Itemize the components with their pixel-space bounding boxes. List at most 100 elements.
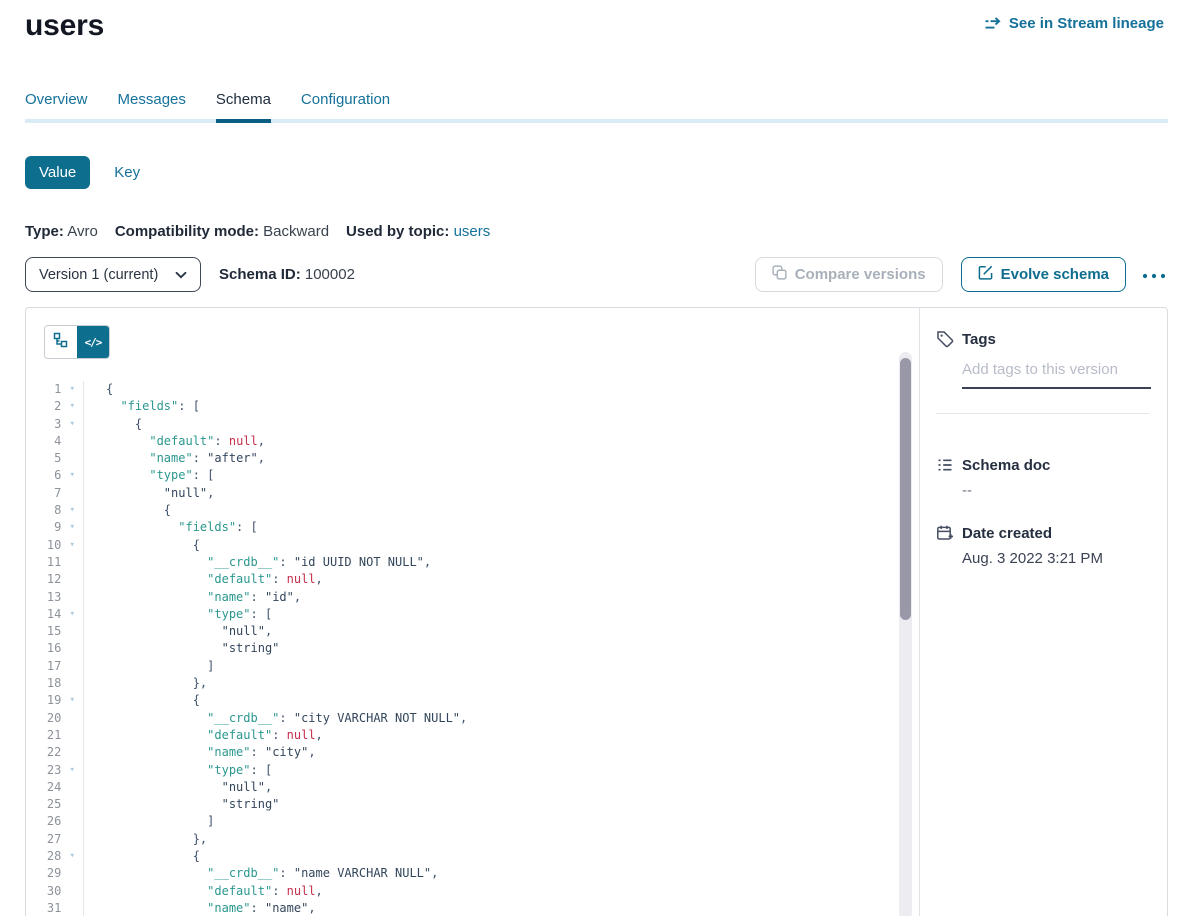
code-line: 25 "string" — [26, 796, 919, 813]
code-text: "type": [ — [84, 467, 214, 484]
compare-versions-icon — [772, 265, 787, 284]
sidebar-divider — [936, 413, 1149, 414]
line-number: 20 — [26, 710, 61, 727]
line-number: 13 — [26, 589, 61, 606]
fold-toggle-icon[interactable] — [61, 537, 83, 554]
editor-scrollbar-thumb[interactable] — [900, 358, 911, 620]
code-line: 27 }, — [26, 831, 919, 848]
compare-versions-label: Compare versions — [795, 266, 926, 283]
version-select[interactable]: Version 1 (current) — [25, 257, 201, 292]
code-line: 2 "fields": [ — [26, 398, 919, 415]
line-number: 8 — [26, 502, 61, 519]
schema-code-pane: </> 1{2 "fields": [3 {4 "default": null,… — [26, 308, 919, 916]
tree-view-icon — [53, 332, 69, 353]
fold-toggle-icon[interactable] — [61, 606, 83, 623]
fold-spacer — [61, 744, 83, 761]
line-number: 5 — [26, 450, 61, 467]
fold-toggle-icon[interactable] — [61, 762, 83, 779]
fold-spacer — [61, 865, 83, 882]
fold-spacer — [61, 779, 83, 796]
fold-toggle-icon[interactable] — [61, 398, 83, 415]
schema-controls-row: Version 1 (current) Schema ID: 100002 Co… — [25, 257, 1168, 292]
fold-spacer — [61, 554, 83, 571]
ellipsis-icon — [1142, 267, 1166, 282]
more-options-button[interactable] — [1140, 263, 1168, 286]
code-text: { — [84, 848, 200, 865]
line-number: 17 — [26, 658, 61, 675]
tags-title: Tags — [962, 331, 996, 348]
stream-lineage-link[interactable]: See in Stream lineage — [985, 15, 1164, 32]
code-text: { — [84, 692, 200, 709]
line-number: 6 — [26, 467, 61, 484]
fold-toggle-icon[interactable] — [61, 467, 83, 484]
fold-toggle-icon[interactable] — [61, 502, 83, 519]
line-number: 3 — [26, 416, 61, 433]
fold-spacer — [61, 485, 83, 502]
key-toggle-button[interactable]: Key — [114, 164, 140, 181]
value-key-toggle: Value Key — [25, 156, 1189, 189]
code-line: 19 { — [26, 692, 919, 709]
compare-versions-button[interactable]: Compare versions — [755, 257, 943, 292]
code-line: 15 "null", — [26, 623, 919, 640]
code-text: { — [84, 416, 142, 433]
line-number: 19 — [26, 692, 61, 709]
line-number: 4 — [26, 433, 61, 450]
fold-toggle-icon[interactable] — [61, 381, 83, 398]
code-text: }, — [84, 675, 207, 692]
tags-input[interactable] — [962, 361, 1151, 389]
tab-schema[interactable]: Schema — [216, 90, 271, 119]
value-toggle-button[interactable]: Value — [25, 156, 90, 189]
code-text: "default": null, — [84, 727, 323, 744]
code-text: "name": "id", — [84, 589, 301, 606]
code-line: 26 ] — [26, 813, 919, 830]
line-number: 25 — [26, 796, 61, 813]
line-number: 21 — [26, 727, 61, 744]
code-line: 23 "type": [ — [26, 762, 919, 779]
fold-spacer — [61, 589, 83, 606]
code-line: 12 "default": null, — [26, 571, 919, 588]
compatibility-mode: Compatibility mode: Backward — [115, 223, 329, 240]
line-number: 22 — [26, 744, 61, 761]
line-number: 12 — [26, 571, 61, 588]
used-by-topic: Used by topic: users — [346, 223, 490, 240]
code-line: 29 "__crdb__": "name VARCHAR NULL", — [26, 865, 919, 882]
code-text: "__crdb__": "name VARCHAR NULL", — [84, 865, 438, 882]
evolve-schema-button[interactable]: Evolve schema — [961, 257, 1126, 292]
fold-spacer — [61, 623, 83, 640]
stream-lineage-icon — [985, 17, 1002, 31]
schema-id-value: 100002 — [305, 266, 355, 283]
fold-toggle-icon[interactable] — [61, 416, 83, 433]
tab-messages[interactable]: Messages — [118, 90, 186, 119]
code-text: ] — [84, 658, 214, 675]
code-line: 18 }, — [26, 675, 919, 692]
code-text: "default": null, — [84, 433, 265, 450]
editor-scrollbar — [899, 352, 912, 916]
schema-panel: </> 1{2 "fields": [3 {4 "default": null,… — [25, 307, 1168, 916]
fold-spacer — [61, 640, 83, 657]
fold-toggle-icon[interactable] — [61, 692, 83, 709]
fold-spacer — [61, 883, 83, 900]
line-number: 7 — [26, 485, 61, 502]
schema-code-editor[interactable]: 1{2 "fields": [3 {4 "default": null,5 "n… — [26, 381, 919, 916]
code-line: 7 "null", — [26, 485, 919, 502]
fold-spacer — [61, 658, 83, 675]
fold-spacer — [61, 710, 83, 727]
fold-spacer — [61, 831, 83, 848]
fold-spacer — [61, 675, 83, 692]
fold-toggle-icon[interactable] — [61, 848, 83, 865]
fold-toggle-icon[interactable] — [61, 519, 83, 536]
tab-overview[interactable]: Overview — [25, 90, 88, 119]
code-text: "string" — [84, 796, 279, 813]
code-view-button[interactable]: </> — [77, 326, 109, 358]
used-by-topic-label: Used by topic: — [346, 223, 449, 240]
compatibility-mode-value: Backward — [263, 223, 329, 240]
code-line: 4 "default": null, — [26, 433, 919, 450]
tree-view-button[interactable] — [45, 326, 77, 358]
line-number: 28 — [26, 848, 61, 865]
code-line: 13 "name": "id", — [26, 589, 919, 606]
code-text: { — [84, 381, 113, 398]
topic-link[interactable]: users — [454, 223, 491, 240]
tab-configuration[interactable]: Configuration — [301, 90, 390, 119]
code-text: "name": "city", — [84, 744, 316, 761]
code-line: 28 { — [26, 848, 919, 865]
